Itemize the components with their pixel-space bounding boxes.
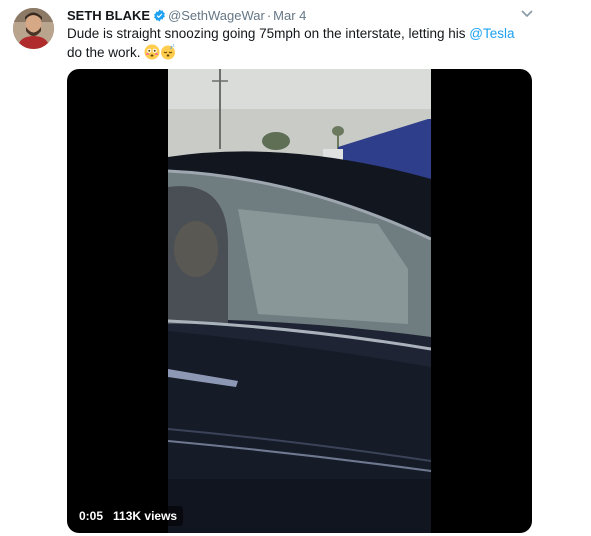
video-views: 113K views	[113, 509, 178, 523]
meta-separator: ·	[266, 8, 272, 23]
tweet-text: Dude is straight snoozing going 75mph on…	[67, 24, 527, 65]
author-name[interactable]: SETH BLAKE	[67, 8, 150, 23]
chevron-down-icon[interactable]	[520, 8, 534, 20]
avatar[interactable]	[13, 8, 54, 49]
svg-text:z: z	[173, 44, 175, 48]
mention-link[interactable]: @Tesla	[469, 26, 514, 41]
tweet-date[interactable]: Mar 4	[273, 8, 306, 23]
tweet-text-part: do the work.	[67, 45, 141, 60]
flushed-face-emoji	[144, 44, 160, 65]
video-duration: 0:05	[79, 509, 104, 523]
sleeping-face-emoji: zz	[160, 43, 176, 65]
tweet-text-part: Dude is straight snoozing going 75mph on…	[67, 26, 470, 41]
video-frame	[168, 69, 431, 533]
video-stats-badge: 0:05 113K views	[73, 506, 184, 526]
author-handle[interactable]: @SethWageWar	[168, 8, 265, 23]
video-player[interactable]: 0:05 113K views	[67, 69, 532, 533]
